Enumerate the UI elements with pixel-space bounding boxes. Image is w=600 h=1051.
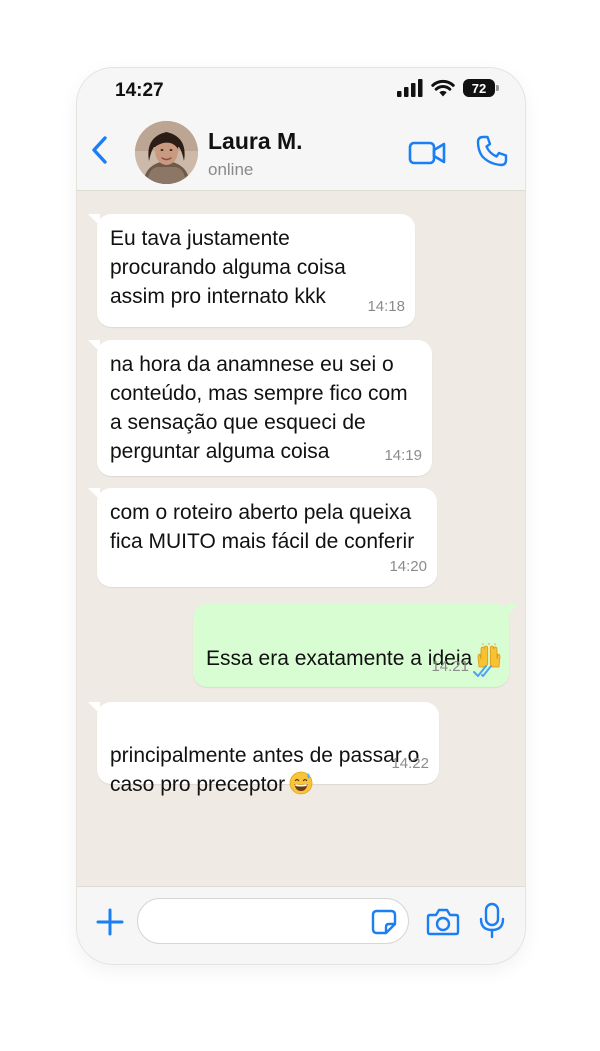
message-bubble[interactable]: com o roteiro aberto pela queixa fica MU…: [88, 488, 437, 587]
battery-level: 72: [471, 80, 487, 96]
camera-button[interactable]: [426, 906, 460, 938]
attach-button[interactable]: [95, 907, 125, 937]
signal-icon: [397, 79, 423, 97]
message-text: Eu tava justamente procurando alguma coi…: [110, 227, 346, 308]
contact-status: online: [208, 160, 254, 179]
message-bubble[interactable]: na hora da anamnese eu sei o conteúdo, m…: [88, 340, 432, 476]
message-text-wrap: principalmente antes de passar o caso pr…: [110, 712, 419, 799]
message-time: 14:21: [431, 658, 469, 675]
phone-screen: 14:27 72 Laura M. online Eu tava justame…: [77, 68, 525, 964]
message-bubble-outgoing[interactable]: Essa era exatamente a ideia 14:21: [193, 604, 518, 687]
grinning-sweat-emoji: [289, 771, 313, 795]
message-text: com o roteiro aberto pela queixa fica MU…: [110, 501, 415, 553]
chevron-left-icon: [92, 136, 107, 164]
message-input[interactable]: [137, 898, 409, 944]
message-time: 14:19: [384, 447, 422, 464]
message-time: 14:22: [391, 755, 429, 772]
camera-icon: [426, 908, 460, 936]
battery-icon: 72: [463, 79, 499, 97]
message-time: 14:18: [367, 298, 405, 315]
message-bubble[interactable]: Eu tava justamente procurando alguma coi…: [88, 214, 415, 327]
message-text: principalmente antes de passar o caso pr…: [110, 744, 420, 796]
avatar[interactable]: [135, 121, 198, 184]
voice-call-button[interactable]: [475, 134, 509, 168]
sticker-button[interactable]: [371, 909, 397, 935]
phone-icon: [476, 135, 508, 167]
sticker-icon: [371, 909, 397, 935]
plus-icon: [96, 908, 124, 936]
chat-header: Laura M. online: [77, 114, 525, 191]
video-call-button[interactable]: [408, 136, 448, 170]
message-time: 14:20: [389, 558, 427, 575]
status-bar: 14:27 72: [77, 68, 525, 114]
avatar-image: [135, 121, 198, 184]
microphone-icon: [479, 902, 505, 939]
message-bubble[interactable]: principalmente antes de passar o caso pr…: [88, 702, 439, 796]
input-bar: [77, 886, 525, 964]
read-receipt-icon: [473, 665, 492, 677]
video-camera-icon: [408, 141, 446, 165]
status-time: 14:27: [115, 80, 164, 101]
contact-name[interactable]: Laura M.: [208, 128, 303, 155]
wifi-icon: [431, 79, 455, 97]
microphone-button[interactable]: [479, 902, 505, 940]
status-icons: 72: [397, 79, 499, 97]
message-text: na hora da anamnese eu sei o conteúdo, m…: [110, 353, 408, 463]
back-button[interactable]: [85, 132, 113, 168]
